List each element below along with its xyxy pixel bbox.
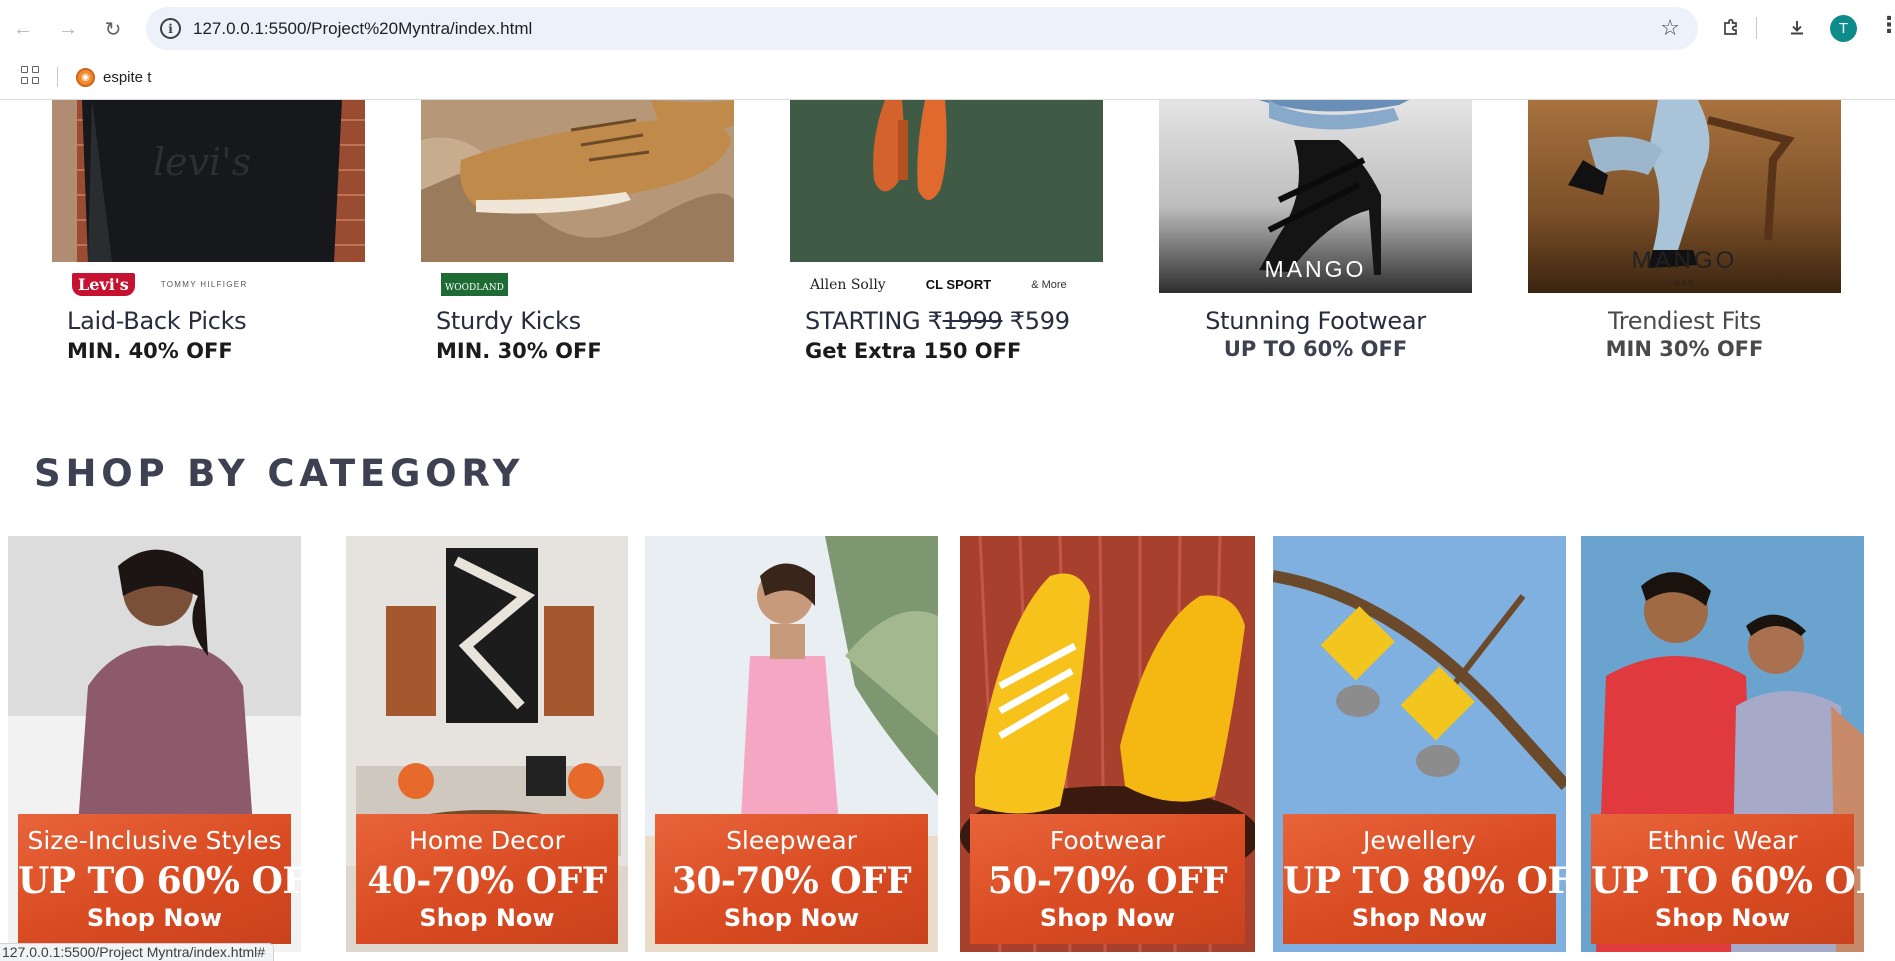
category-promo-panel: Home Decor 40-70% OFF Shop Now	[356, 814, 618, 944]
shop-now-link[interactable]: Shop Now	[18, 904, 291, 932]
bookmarks-divider	[57, 67, 58, 87]
bookmark-favicon-icon: ◉	[76, 67, 95, 87]
svg-text:levi's: levi's	[153, 140, 251, 184]
brand-card-offer: MIN. 30% OFF	[436, 339, 602, 363]
shop-now-link[interactable]: Shop Now	[356, 904, 618, 932]
toolbar-divider	[1756, 17, 1757, 39]
brand-card-sturdy-kicks[interactable]: WOODLAND Sturdy Kicks MIN. 30% OFF	[421, 100, 734, 363]
tommy-hilfiger-logo: TOMMY HILFIGER	[160, 280, 248, 289]
brand-image-heels-green[interactable]	[790, 100, 1103, 262]
category-promo-panel: Jewellery UP TO 80% OFF Shop Now	[1283, 814, 1566, 944]
category-card-sleepwear[interactable]: Sleepwear 30-70% OFF Shop Now	[645, 536, 938, 952]
shop-now-link[interactable]: Shop Now	[1591, 904, 1854, 932]
brand-card-trendiest-fits[interactable]: MANGO MAN Trendiest Fits MIN 30% OFF	[1528, 100, 1841, 361]
category-offer: UP TO 60% OFF	[1591, 860, 1864, 902]
starting-prefix: STARTING ₹	[805, 307, 943, 335]
url-text[interactable]: 127.0.0.1:5500/Project%20Myntra/index.ht…	[193, 19, 532, 39]
brand-card-title: Stunning Footwear	[1205, 307, 1426, 335]
brand-image-mango-man[interactable]: MANGO MAN	[1528, 100, 1841, 293]
category-name: Sleepwear	[726, 826, 857, 855]
download-icon[interactable]	[1782, 13, 1812, 43]
sale-price: ₹599	[1002, 307, 1070, 335]
category-name: Footwear	[1049, 826, 1166, 855]
category-offer: 40-70% OFF	[367, 860, 607, 902]
brand-card-title: STARTING ₹1999 ₹599	[790, 307, 1103, 335]
mango-man-subtext: MAN	[1673, 280, 1696, 287]
bookmark-label: espite t	[103, 68, 152, 86]
category-promo-panel: Sleepwear 30-70% OFF Shop Now	[655, 814, 928, 944]
reload-icon[interactable]: ↻	[98, 14, 128, 44]
category-offer: 50-70% OFF	[987, 860, 1228, 902]
category-card-size-inclusive[interactable]: Size-Inclusive Styles UP TO 60% OFF Shop…	[8, 536, 301, 952]
brand-card-title: Laid-Back Picks	[67, 307, 247, 335]
mango-man-logo-text: MANGO	[1631, 247, 1738, 274]
category-card-ethnic-wear[interactable]: Ethnic Wear UP TO 60% OFF Shop Now	[1581, 536, 1864, 952]
category-card-footwear[interactable]: Footwear 50-70% OFF Shop Now	[960, 536, 1255, 952]
brand-image-levis-tshirt[interactable]: levi's	[52, 100, 365, 262]
menu-kebab-icon[interactable]: ⋮	[1878, 12, 1895, 38]
bookmark-star-icon[interactable]: ☆	[1660, 15, 1680, 41]
allen-solly-logo: Allen Solly	[810, 276, 886, 293]
status-bar-url: 127.0.0.1:5500/Project Myntra/index.html…	[0, 943, 275, 961]
apps-grid-icon[interactable]	[21, 66, 39, 84]
bookmark-item[interactable]: ◉ espite t	[76, 65, 151, 89]
cl-sport-logo: CL SPORT	[925, 277, 992, 292]
mango-logo-text: MANGO	[1264, 256, 1367, 282]
forward-arrow-icon[interactable]: →	[53, 14, 83, 44]
extensions-icon[interactable]	[1716, 13, 1746, 43]
brand-card-offer: UP TO 60% OFF	[1223, 337, 1408, 361]
brand-card-laid-back[interactable]: levi's Levi's TOMMY HILFIGER Laid-Back P…	[52, 100, 365, 363]
category-name: Ethnic Wear	[1647, 826, 1798, 855]
site-info-icon[interactable]: i	[160, 18, 181, 39]
shop-now-link[interactable]: Shop Now	[655, 904, 928, 932]
brand-card-offer: Get Extra 150 OFF	[805, 339, 1022, 363]
brand-logos: Allen Solly CL SPORT & More	[790, 262, 1103, 307]
browser-toolbar: ← → ↻ i 127.0.0.1:5500/Project%20Myntra/…	[0, 0, 1895, 57]
original-price: 1999	[942, 307, 1003, 335]
brand-image-boots[interactable]	[421, 100, 734, 262]
brand-card-offer: MIN 30% OFF	[1605, 337, 1764, 361]
category-offer: UP TO 80% OFF	[1283, 860, 1566, 902]
address-bar[interactable]: i 127.0.0.1:5500/Project%20Myntra/index.…	[146, 7, 1698, 50]
brand-logos: Levi's TOMMY HILFIGER	[52, 262, 365, 307]
woodland-logo: WOODLAND	[441, 273, 508, 296]
brand-card-title: Trendiest Fits	[1607, 307, 1762, 335]
brand-card-allen-solly[interactable]: Allen Solly CL SPORT & More STARTING ₹19…	[790, 100, 1103, 363]
profile-avatar[interactable]: T	[1830, 15, 1857, 42]
shop-now-link[interactable]: Shop Now	[1283, 904, 1556, 932]
category-offer: 30-70% OFF	[671, 860, 912, 902]
web-page: levi's Levi's TOMMY HILFIGER Laid-Back P…	[0, 100, 1895, 961]
brand-card-stunning-footwear[interactable]: MANGO Stunning Footwear UP TO 60% OFF	[1159, 100, 1472, 361]
brand-card-title: Sturdy Kicks	[436, 307, 581, 335]
back-arrow-icon[interactable]: ←	[8, 14, 38, 44]
category-promo-panel: Size-Inclusive Styles UP TO 60% OFF Shop…	[18, 814, 301, 944]
category-offer: UP TO 60% OFF	[18, 860, 301, 902]
levis-logo: Levi's	[72, 273, 135, 296]
bookmarks-bar: ◉ espite t	[0, 57, 1895, 100]
brand-card-offer: MIN. 40% OFF	[67, 339, 233, 363]
category-promo-panel: Footwear 50-70% OFF Shop Now	[970, 814, 1245, 944]
section-title-shop-by-category: SHOP BY CATEGORY	[34, 452, 525, 495]
category-card-home-decor[interactable]: Home Decor 40-70% OFF Shop Now	[346, 536, 628, 952]
category-promo-panel: Ethnic Wear UP TO 60% OFF Shop Now	[1591, 814, 1864, 944]
category-name: Size-Inclusive Styles	[27, 826, 282, 855]
brand-image-mango-heels[interactable]: MANGO	[1159, 100, 1472, 293]
and-more-text: & More	[1031, 278, 1067, 291]
category-name: Home Decor	[409, 826, 565, 855]
category-card-jewellery[interactable]: Jewellery UP TO 80% OFF Shop Now	[1273, 536, 1566, 952]
shop-now-link[interactable]: Shop Now	[970, 904, 1245, 932]
brand-logos: WOODLAND	[421, 262, 734, 307]
category-name: Jewellery	[1363, 826, 1476, 855]
